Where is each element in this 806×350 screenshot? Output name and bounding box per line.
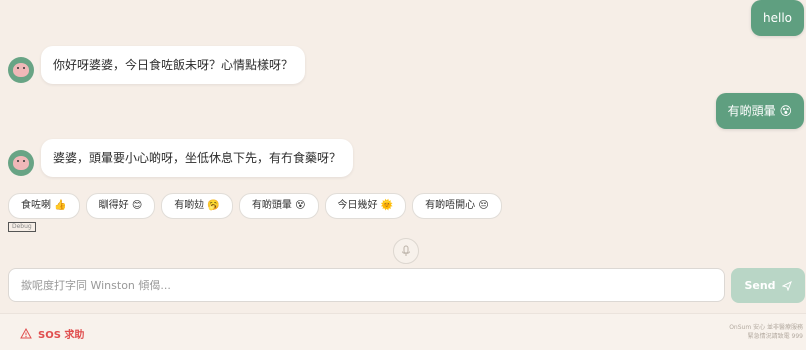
quick-reply-chips: 食咗喇 👍 瞓得好 😊 有啲攰 🥱 有啲頭暈 😵 今日幾好 🌞 有啲唔開心 😔 [8, 193, 502, 219]
footer-bar: SOS 求助 OnSum 安心 並非醫療服務 緊急情況請致電 999 [0, 313, 806, 350]
assistant-avatar [8, 57, 34, 83]
assistant-avatar [8, 150, 34, 176]
quick-reply-chip[interactable]: 有啲唔開心 😔 [412, 193, 502, 219]
sos-button[interactable]: SOS 求助 [20, 326, 84, 341]
send-label: Send [744, 279, 776, 292]
footer-note-line: 緊急情況請致電 999 [747, 333, 803, 340]
user-message: hello [751, 0, 804, 36]
send-icon [781, 280, 792, 291]
user-message-text: 有啲頭暈 😵 [727, 104, 792, 118]
microphone-button[interactable] [393, 238, 419, 264]
quick-reply-chip[interactable]: 有啲攰 🥱 [161, 193, 233, 219]
warning-icon [20, 327, 32, 338]
footer-note-line: OnSum 安心 並非醫療服務 [729, 324, 803, 331]
quick-reply-chip[interactable]: 食咗喇 👍 [8, 193, 80, 219]
footer-disclaimer: OnSum 安心 並非醫療服務 緊急情況請致電 999 [729, 323, 803, 341]
quick-reply-chip[interactable]: 今日幾好 🌞 [324, 193, 407, 219]
sos-label: SOS 求助 [38, 330, 85, 341]
user-message-text: hello [763, 11, 792, 25]
assistant-message: 婆婆，頭暈要小心啲呀，坐低休息下先，有冇食藥呀？ [41, 139, 354, 177]
assistant-message: 你好呀婆婆，今日食咗飯未呀？心情點樣呀？ [41, 46, 306, 84]
chat-thread: hello 你好呀婆婆，今日食咗飯未呀？心情點樣呀？ 有啲頭暈 😵 婆婆，頭暈要… [0, 0, 806, 262]
send-button[interactable]: Send [731, 268, 805, 303]
microphone-icon [402, 245, 410, 256]
quick-reply-chip[interactable]: 有啲頭暈 😵 [238, 193, 319, 219]
user-message: 有啲頭暈 😵 [715, 93, 804, 129]
message-input-placeholder: 撳呢度打字同 Winston 傾偈... [21, 279, 171, 292]
pig-face-icon [13, 63, 29, 77]
assistant-message-text: 你好呀婆婆，今日食咗飯未呀？心情點樣呀？ [53, 58, 294, 72]
message-input[interactable]: 撳呢度打字同 Winston 傾偈... [8, 268, 725, 302]
assistant-message-text: 婆婆，頭暈要小心啲呀，坐低休息下先，有冇食藥呀？ [53, 151, 342, 165]
pig-face-icon [13, 156, 29, 170]
quick-reply-chip[interactable]: 瞓得好 😊 [85, 193, 156, 219]
debug-toggle[interactable]: Debug [8, 222, 36, 232]
